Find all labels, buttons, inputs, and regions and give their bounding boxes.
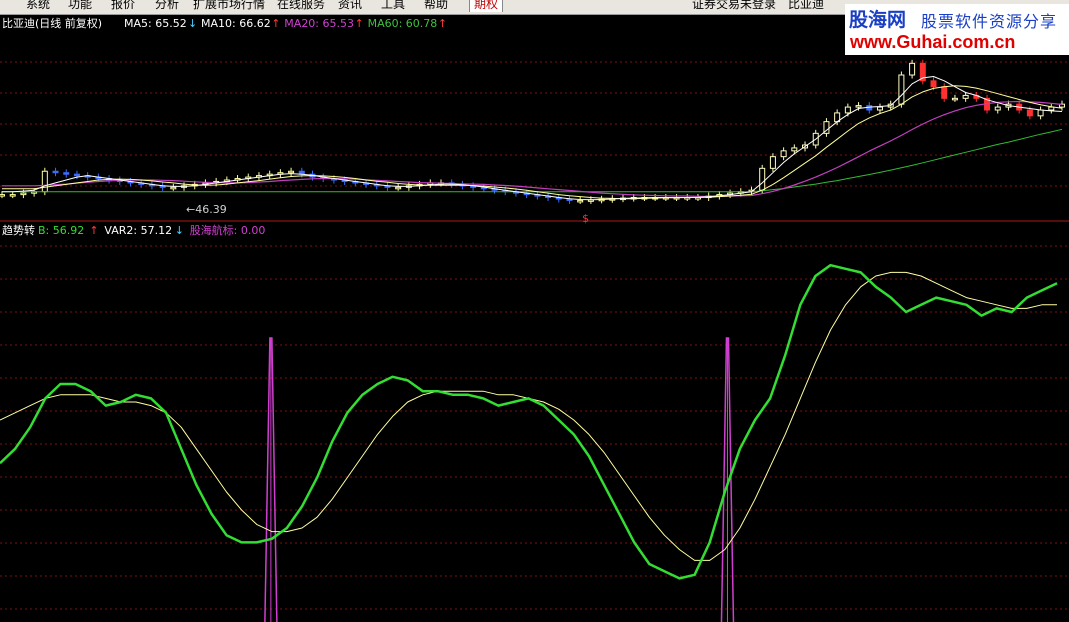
ma-legend-item-1: MA10: 66.62 [201,17,271,30]
watermark-site-name: 股海网 [849,9,907,31]
candle-body [1026,109,1033,117]
candle-body [941,86,948,99]
candle-body [395,186,402,190]
ma60-line [2,128,1063,193]
candle-body [994,106,1001,111]
menu-item-0[interactable]: 系统 [26,0,50,12]
ma-legend-item-0: MA5: 65.52 [124,17,187,30]
candle-body [1037,109,1044,117]
candle-body [855,105,862,108]
menu-item-1[interactable]: 功能 [68,0,92,12]
menu-item-4[interactable]: 扩展市场行情 [193,0,265,12]
menu-item-3[interactable]: 分析 [155,0,179,12]
candle-body [577,199,584,203]
menu-item-8[interactable]: 帮助 [424,0,448,12]
ma-legend-item-2: MA20: 65.53 [284,17,355,30]
candle-body [0,194,5,197]
trend-arrow-icon: ↑ [271,17,281,30]
candle-body [52,170,59,174]
menu-item-5[interactable]: 在线服务 [277,0,325,12]
trend-arrow-icon: ↑ [437,17,448,30]
ma-legend-item-3: MA60: 60.78 [367,17,438,30]
login-status[interactable]: 证券交易未登录 [692,0,776,12]
ma10-line [2,85,1063,200]
candle-body [9,194,16,197]
ind-legend-item-2: 股海航标: 0.00 [189,224,266,237]
candle-body [951,97,958,101]
menu-tab-active[interactable]: 期权 [469,0,504,12]
current-symbol: 比亚迪 [788,0,825,11]
candle-body [876,106,883,111]
watermark-slogan: 股票软件资源分享 [921,12,1058,31]
trend-arrow-icon: ↓ [188,17,198,30]
var2-line [0,271,1057,561]
candle-body [288,170,295,174]
watermark-logo: 股海网 股票软件资源分享 www.Guhai.com.cn [845,4,1069,55]
menu-item-2[interactable]: 报价 [111,0,135,12]
candle-body [780,150,787,158]
menu-item-7[interactable]: 工具 [381,0,405,12]
candle-body [909,62,916,76]
watermark-url: www.Guhai.com.cn [850,32,1016,52]
candle-body [170,186,177,190]
signal-marker: $ [582,212,589,225]
candle-body [769,156,776,169]
candle-body [930,80,937,88]
ind-legend-item-0: B: 56.92 [38,224,85,237]
candle-body [20,192,27,196]
b-line [0,263,1058,580]
indicator-name: 趋势转 [2,224,35,237]
candle-body [759,167,766,191]
trend-arrow-icon: ↑ [89,224,99,237]
candle-body [63,172,70,175]
candle-body [962,94,969,99]
candle-body [898,74,905,105]
chart-canvas: ←46.39 $ [0,59,1069,622]
candle-body [41,170,48,193]
candle-body [791,147,798,152]
ind-legend-item-1: VAR2: 57.12 [104,224,173,237]
trend-arrow-icon: ↑ [354,17,364,30]
trend-arrow-icon: ↓ [174,224,184,237]
menu-item-6[interactable]: 资讯 [338,0,362,12]
low-price-label: ←46.39 [186,203,227,216]
candle-body [844,106,851,114]
price-title: 比亚迪(日线 前复权) [2,17,103,30]
candle-body [73,173,80,177]
